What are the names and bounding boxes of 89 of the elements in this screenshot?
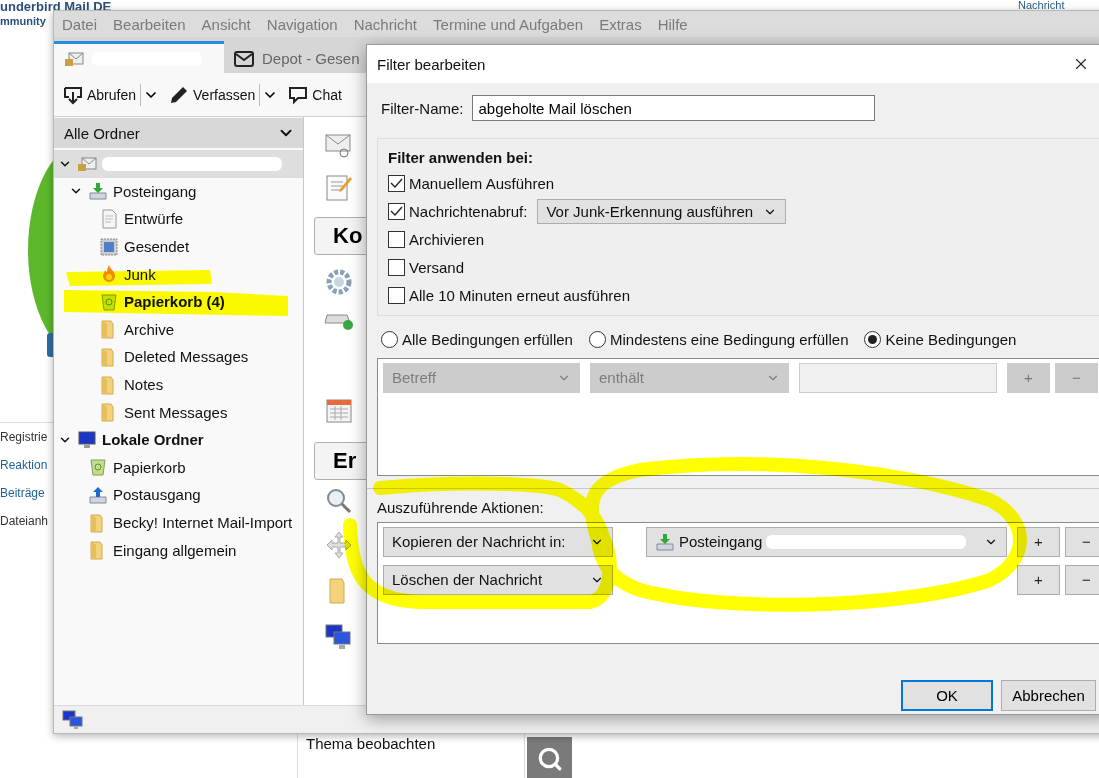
folder-name: Lokale Ordner (102, 431, 204, 449)
search-icon (324, 486, 354, 516)
calendar-icon (324, 396, 354, 426)
group-heading: Filter anwenden bei: (388, 149, 535, 166)
folder-name: Notes (124, 376, 164, 394)
outbox-icon (88, 484, 108, 505)
folder-row[interactable]: Becky! Internet Mail-Import (54, 508, 303, 537)
folder-name: Eingang allgemein (113, 541, 237, 559)
site-tagline: mmunity (0, 14, 46, 28)
folder-name: Becky! Internet Mail-Import (113, 514, 293, 531)
folder-name: Entwürfe (124, 210, 184, 228)
inbox-icon (88, 181, 108, 202)
dialog-title: Filter bearbeiten (377, 55, 486, 73)
network-icon (324, 622, 354, 652)
remove-button[interactable]: − (1065, 527, 1099, 557)
folder-name: Papierkorb (4) (124, 293, 225, 311)
header-link[interactable]: Nachricht (1018, 0, 1065, 10)
filter-name-field[interactable]: abgeholte Mail löschen (471, 95, 875, 121)
checkbox-label[interactable]: Nachrichtenabruf: (409, 203, 528, 221)
folder-row[interactable]: Deleted Messages (54, 343, 303, 371)
checkbox[interactable] (388, 203, 405, 221)
folder-name: Junk (124, 265, 156, 283)
checkbox-label[interactable]: Archivieren (409, 231, 485, 248)
envelope-icon (234, 50, 254, 67)
menu-item[interactable]: Thema beobachten (297, 733, 525, 778)
folder-name: Gesendet (124, 238, 190, 256)
tab[interactable] (54, 41, 224, 73)
timing-select[interactable]: Vor Junk-Erkennung ausführen (537, 199, 787, 225)
settings-icon (324, 267, 354, 297)
radio-label[interactable]: Mindestens eine Bedingung erfüllen (609, 331, 849, 349)
folder-row[interactable]: Sent Messages (54, 398, 303, 426)
radio-label[interactable]: Alle Bedingungen erfüllen (402, 331, 573, 349)
folder-row[interactable]: Eingang allgemein (54, 536, 303, 564)
checkbox[interactable] (388, 286, 405, 304)
folder-row[interactable]: Gesendet (54, 232, 303, 261)
ok-button[interactable]: OK (901, 680, 993, 711)
speech-bubble-icon (288, 84, 309, 105)
folder-name: Sent Messages (124, 403, 228, 421)
computer-icon (77, 429, 97, 450)
toolbar-button[interactable]: Abrufen (62, 82, 138, 107)
folder-row[interactable]: Posteingang (54, 177, 303, 206)
checkbox-label[interactable]: Alle 10 Minuten erneut ausführen (409, 286, 630, 304)
folder-row[interactable]: Notes (54, 370, 303, 399)
checkbox[interactable] (388, 231, 405, 248)
folder-select[interactable]: Posteingang (646, 527, 1007, 557)
field-label: Filter-Name: (381, 99, 464, 117)
action-select[interactable]: Löschen der Nachricht (383, 565, 613, 595)
checkbox[interactable] (388, 175, 405, 193)
folder-name: Postausgang (113, 486, 201, 504)
search-button[interactable] (527, 737, 572, 778)
toolbar-button[interactable]: Verfassen (168, 82, 257, 107)
folder-name: Deleted Messages (124, 348, 249, 366)
folder-row[interactable]: Lokale Ordner (54, 425, 303, 454)
page-text: Registrie (0, 429, 48, 446)
recycle-bin-icon (88, 457, 108, 478)
folder-name: Archive (124, 320, 175, 338)
radio-button[interactable] (381, 331, 398, 349)
folder-view-select[interactable]: Alle Ordner (54, 118, 303, 148)
radio-button[interactable] (588, 331, 606, 349)
search-icon (536, 746, 563, 772)
folder-name: Posteingang (113, 182, 197, 200)
checkbox-label[interactable]: Versand (409, 258, 465, 276)
radio-button[interactable] (864, 331, 882, 349)
page-link[interactable]: Reaktion (0, 455, 48, 475)
folder-row[interactable]: Papierkorb (54, 453, 303, 482)
action-select[interactable]: Kopieren der Nachricht in: (383, 527, 613, 557)
folder-row[interactable]: Postausgang (54, 481, 303, 509)
tab[interactable]: Depot - Gesen (224, 41, 374, 73)
network-icon (62, 709, 84, 730)
page-text: Dateianh (0, 513, 49, 530)
radio-label[interactable]: Keine Bedingungen (885, 331, 1017, 349)
toolbar-button[interactable]: Chat (287, 82, 343, 107)
folder-name: Papierkorb (113, 458, 186, 476)
stamp-icon (99, 236, 119, 257)
folder-row[interactable]: Archive (54, 315, 303, 344)
add-button[interactable]: + (1017, 565, 1060, 595)
pencil-icon (169, 84, 190, 105)
add-account-icon (324, 311, 354, 330)
remove-button[interactable]: − (1065, 565, 1099, 595)
checkbox-label[interactable]: Manuellem Ausführen (409, 175, 555, 193)
section-label: Auszuführende Aktionen: (377, 499, 545, 516)
inbox-icon (655, 532, 675, 552)
notepad-icon (324, 173, 354, 203)
checkbox[interactable] (388, 258, 405, 276)
page-link[interactable]: Beiträge (0, 483, 45, 503)
cancel-button[interactable]: Abbrechen (1001, 680, 1096, 711)
document-icon (99, 209, 119, 229)
folder-row[interactable]: Entwürfe (54, 205, 303, 233)
download-icon (63, 84, 83, 105)
